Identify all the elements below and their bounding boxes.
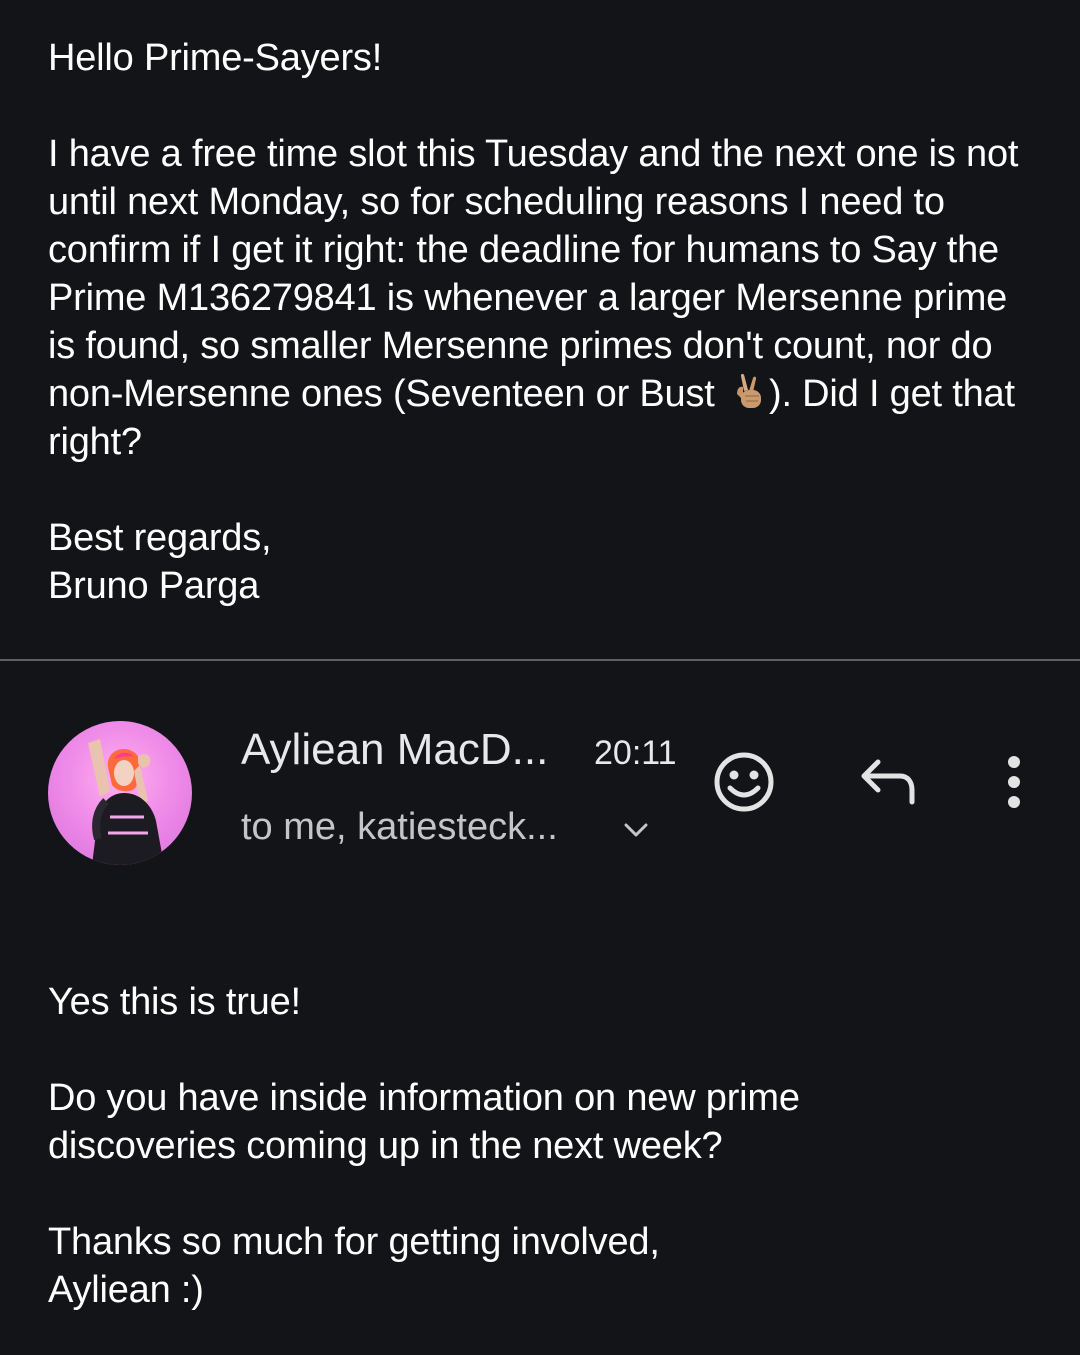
chevron-down-icon[interactable] [621,815,651,845]
previous-message-body: Hello Prime-Sayers! I have a free time s… [48,34,1038,610]
signature-text: Bruno Parga [48,565,260,607]
message-divider [0,659,1080,661]
greeting-text: Hello Prime-Sayers! [48,37,383,79]
signature-text: Ayliean :) [48,1269,204,1311]
more-vertical-icon[interactable] [992,752,1036,812]
avatar-photo [88,739,164,865]
sender-name[interactable]: Ayliean MacD... [241,722,548,778]
message-time: 20:11 [594,734,677,772]
message-paragraph: I have a free time slot this Tuesday and… [48,130,1038,466]
reply-arrow-icon[interactable] [854,752,922,812]
crossed-fingers-emoji [737,373,762,408]
recipients-text[interactable]: to me, katiesteck... [241,802,558,852]
reply-message-body: Yes this is true! Do you have inside inf… [48,978,1038,1314]
signoff-text: Best regards, [48,517,272,559]
sender-avatar[interactable] [48,721,192,865]
signoff-text: Thanks so much for getting involved, [48,1221,660,1263]
reply-line: Yes this is true! [48,981,301,1023]
smiley-icon[interactable] [710,748,778,816]
reply-line: Do you have inside information on new pr… [48,1077,800,1167]
